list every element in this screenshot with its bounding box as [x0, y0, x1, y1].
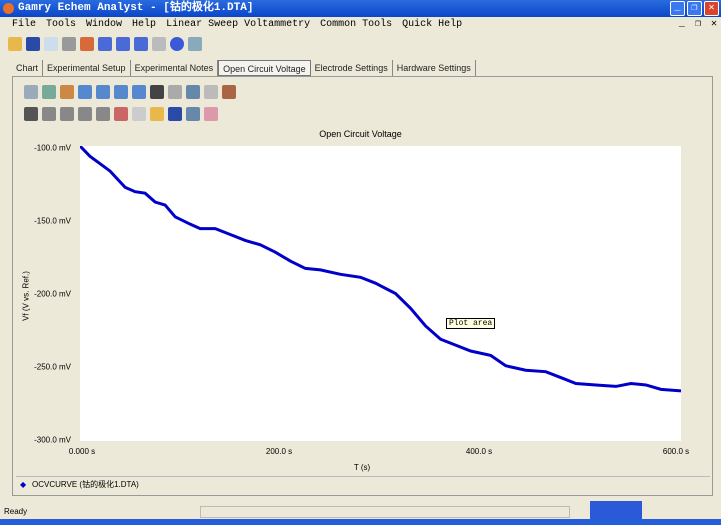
minimize-button[interactable]: _	[670, 1, 685, 16]
tab-chart[interactable]: Chart	[12, 60, 44, 76]
layout-horizontal-icon[interactable]	[98, 37, 112, 51]
help-icon[interactable]	[170, 37, 184, 51]
main-toolbar	[8, 34, 202, 54]
tab-open-circuit-voltage[interactable]: Open Circuit Voltage	[218, 60, 311, 76]
restore-button[interactable]: ❐	[687, 1, 702, 16]
binoculars-icon[interactable]	[150, 85, 164, 99]
chart-icon[interactable]	[44, 37, 58, 51]
x-tick: 200.0 s	[265, 447, 293, 456]
fit-icon[interactable]	[114, 107, 128, 121]
status-bar: Ready	[0, 501, 721, 519]
layout-cascade-icon[interactable]	[116, 37, 130, 51]
mdi-close-button[interactable]: ✕	[711, 17, 717, 33]
status-text: Ready	[4, 507, 28, 516]
tab-electrode-settings[interactable]: Electrode Settings	[311, 60, 393, 76]
tab-bar: Chart Experimental Setup Experimental No…	[12, 60, 476, 76]
view-icon[interactable]	[186, 107, 200, 121]
menu-quick-help[interactable]: Quick Help	[402, 17, 462, 33]
menu-tools[interactable]: Tools	[46, 17, 76, 33]
y-tick: -250.0 mV	[34, 362, 71, 372]
save-icon[interactable]	[26, 37, 40, 51]
x-axis-label: T (s)	[353, 463, 371, 472]
color-icon[interactable]	[60, 85, 74, 99]
undo-icon[interactable]	[152, 37, 166, 51]
erase-icon[interactable]	[96, 107, 110, 121]
copy-icon[interactable]	[24, 85, 38, 99]
legend-entry[interactable]: OCVCURVE (钴的极化1.DTA)	[32, 480, 139, 489]
status-panes	[200, 506, 570, 518]
ocv-chart	[78, 144, 682, 393]
chart-type-icon[interactable]	[42, 85, 56, 99]
open-overlay-icon[interactable]	[150, 107, 164, 121]
grid-icon[interactable]	[114, 85, 128, 99]
close-button[interactable]: ✕	[704, 1, 719, 16]
y-tick: -150.0 mV	[34, 216, 71, 226]
legend-marker-icon: ◆	[20, 480, 27, 489]
select-icon[interactable]	[60, 107, 74, 121]
menu-file[interactable]: File	[12, 17, 36, 33]
grid-toggle-icon[interactable]	[24, 107, 38, 121]
y-tick: -100.0 mV	[34, 143, 71, 153]
triangle-icon[interactable]	[132, 107, 146, 121]
print-chart-icon[interactable]	[204, 85, 218, 99]
tab-experimental-notes[interactable]: Experimental Notes	[131, 60, 219, 76]
cursor-icon[interactable]	[42, 107, 56, 121]
y-tick: -300.0 mV	[34, 435, 71, 445]
chart-title: Open Circuit Voltage	[319, 129, 402, 139]
y-axis-label: Vf (V vs. Ref.)	[21, 271, 31, 321]
menu-window[interactable]: Window	[86, 17, 122, 33]
data-icon[interactable]	[132, 85, 146, 99]
x-tick: 600.0 s	[662, 447, 690, 456]
marker-icon[interactable]	[78, 107, 92, 121]
save-chart-icon[interactable]	[168, 107, 182, 121]
ocv-series-line	[78, 144, 682, 393]
x-tick: 400.0 s	[465, 447, 493, 456]
layout-vertical-icon[interactable]	[134, 37, 148, 51]
window-title: Gamry Echem Analyst - [钴的极化1.DTA]	[18, 2, 254, 14]
table-icon[interactable]	[96, 85, 110, 99]
zoom-icon[interactable]	[186, 85, 200, 99]
taskbar	[0, 519, 721, 525]
ime-toolbar[interactable]	[590, 501, 642, 519]
context-help-icon[interactable]	[188, 37, 202, 51]
plot-area-tooltip: Plot area	[446, 318, 496, 329]
title-bar: Gamry Echem Analyst - [钴的极化1.DTA] _ ❐ ✕	[0, 0, 721, 17]
export-icon[interactable]	[80, 37, 94, 51]
mdi-restore-button[interactable]: ❐	[695, 17, 701, 33]
menu-help[interactable]: Help	[132, 17, 156, 33]
app-icon	[3, 3, 14, 14]
notes-icon[interactable]	[204, 107, 218, 121]
tab-hardware-settings[interactable]: Hardware Settings	[393, 60, 476, 76]
tools-icon[interactable]	[222, 85, 236, 99]
pan-icon[interactable]	[168, 85, 182, 99]
menu-lsv[interactable]: Linear Sweep Voltammetry	[166, 17, 310, 33]
mdi-minimize-button[interactable]: _	[679, 17, 685, 33]
menu-bar: File Tools Window Help Linear Sweep Volt…	[0, 17, 721, 33]
y-tick: -200.0 mV	[34, 289, 71, 299]
menu-common-tools[interactable]: Common Tools	[320, 17, 392, 33]
chart-toolbar-2	[24, 104, 218, 124]
open-icon[interactable]	[8, 37, 22, 51]
x-tick: 0.000 s	[68, 447, 96, 456]
page-icon[interactable]	[78, 85, 92, 99]
legend: ◆ OCVCURVE (钴的极化1.DTA)	[16, 476, 710, 492]
plot-area[interactable]	[78, 144, 682, 441]
tab-experimental-setup[interactable]: Experimental Setup	[43, 60, 131, 76]
chart-toolbar-1	[24, 82, 236, 102]
print-icon[interactable]	[62, 37, 76, 51]
